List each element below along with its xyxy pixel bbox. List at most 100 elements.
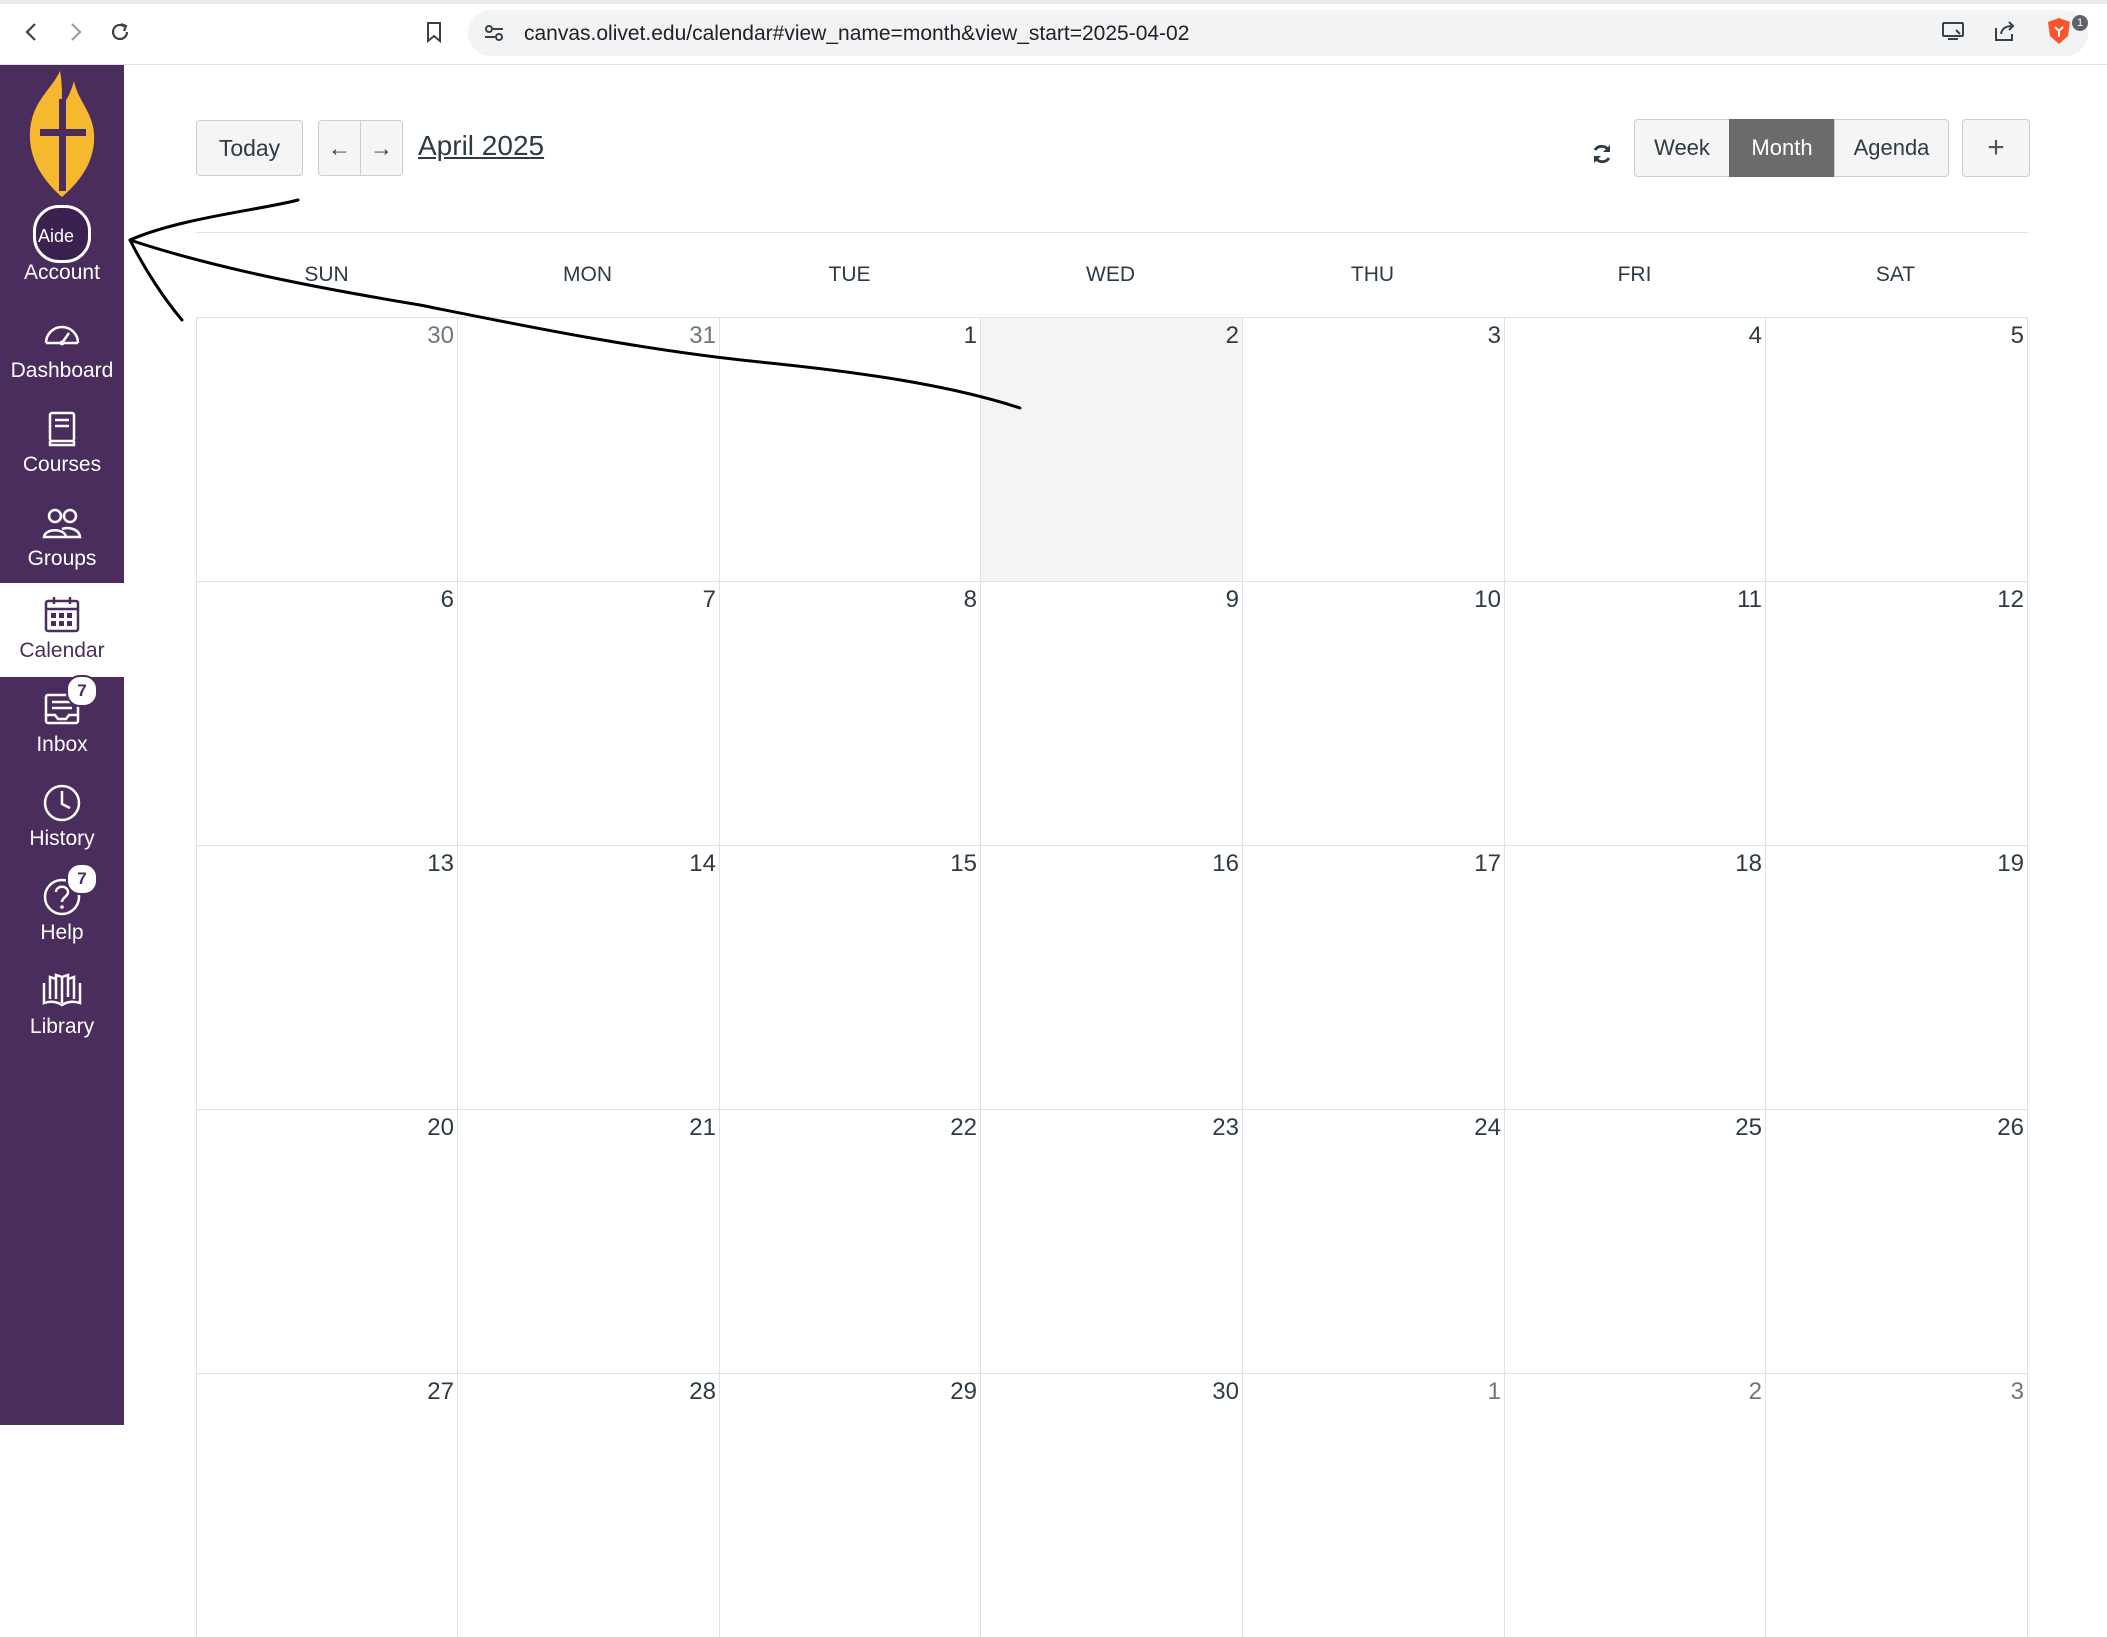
nav-calendar[interactable]: Calendar [0,583,124,677]
weekday-header: SUN [304,263,349,286]
day-number[interactable]: 3 [1488,322,1501,350]
month-title[interactable]: April 2025 [418,130,544,162]
day-cell[interactable]: 23 [980,1109,1242,1373]
bookmark-icon[interactable] [416,14,452,50]
day-cell[interactable]: 30 [980,1373,1242,1637]
day-cell[interactable]: 1 [1242,1373,1504,1637]
forward-icon[interactable] [57,14,93,50]
day-cell[interactable]: 3 [1242,317,1504,581]
day-number[interactable]: 21 [689,1114,716,1142]
day-number[interactable]: 7 [703,586,716,614]
week-view-button[interactable]: Week [1634,119,1730,177]
day-cell[interactable]: 22 [719,1109,980,1373]
day-cell[interactable]: 31 [457,317,719,581]
day-number[interactable]: 17 [1474,850,1501,878]
day-cell[interactable]: 26 [1765,1109,2028,1373]
day-cell[interactable]: 29 [719,1373,980,1637]
day-number[interactable]: 5 [2011,322,2024,350]
day-cell[interactable]: 20 [196,1109,457,1373]
day-number[interactable]: 1 [964,322,977,350]
day-number[interactable]: 29 [950,1378,977,1406]
day-cell[interactable]: 15 [719,845,980,1109]
prev-month-button[interactable]: ← [318,120,361,176]
today-button[interactable]: Today [196,120,303,176]
day-number[interactable]: 28 [689,1378,716,1406]
refresh-icon[interactable] [1590,142,1614,171]
day-number[interactable]: 25 [1735,1114,1762,1142]
day-cell[interactable]: 17 [1242,845,1504,1109]
day-number[interactable]: 24 [1474,1114,1501,1142]
day-number[interactable]: 10 [1474,586,1501,614]
day-number[interactable]: 30 [427,322,454,350]
day-cell[interactable]: 24 [1242,1109,1504,1373]
address-bar[interactable]: canvas.olivet.edu/calendar#view_name=mon… [468,10,2088,56]
day-number[interactable]: 19 [1997,850,2024,878]
add-event-button[interactable]: + [1962,119,2030,177]
day-cell[interactable]: 25 [1504,1109,1765,1373]
back-icon[interactable] [14,14,50,50]
day-number[interactable]: 31 [689,322,716,350]
site-settings-icon[interactable] [482,21,506,50]
day-cell[interactable]: 30 [196,317,457,581]
day-cell[interactable]: 16 [980,845,1242,1109]
brave-shield-icon[interactable] [2045,16,2073,51]
weekday-header: WED [1086,263,1135,286]
nav-inbox[interactable]: 7 Inbox [0,675,124,773]
day-number[interactable]: 2 [1749,1378,1762,1406]
day-cell[interactable]: 18 [1504,845,1765,1109]
day-number[interactable]: 27 [427,1378,454,1406]
day-cell[interactable]: 7 [457,581,719,845]
day-number[interactable]: 6 [441,586,454,614]
day-cell[interactable]: 3 [1765,1373,2028,1637]
day-number[interactable]: 15 [950,850,977,878]
nav-library[interactable]: Library [0,961,124,1055]
day-cell[interactable]: 1 [719,317,980,581]
day-number[interactable]: 11 [1737,586,1762,614]
olivet-logo[interactable] [22,71,102,201]
nav-history[interactable]: History [0,773,124,867]
day-number[interactable]: 30 [1212,1378,1239,1406]
day-number[interactable]: 9 [1226,586,1239,614]
day-number[interactable]: 4 [1749,322,1762,350]
agenda-view-button[interactable]: Agenda [1834,119,1949,177]
nav-groups[interactable]: Groups [0,493,124,587]
day-number[interactable]: 23 [1212,1114,1239,1142]
day-cell[interactable]: 5 [1765,317,2028,581]
nav-account[interactable]: Aide Account [0,205,124,295]
day-cell[interactable]: 14 [457,845,719,1109]
day-number[interactable]: 1 [1488,1378,1501,1406]
day-cell[interactable]: 21 [457,1109,719,1373]
day-cell[interactable]: 4 [1504,317,1765,581]
day-cell[interactable]: 8 [719,581,980,845]
day-number[interactable]: 2 [1226,322,1239,350]
day-number[interactable]: 12 [1997,586,2024,614]
day-number[interactable]: 20 [427,1114,454,1142]
day-cell[interactable]: 6 [196,581,457,845]
month-view-button[interactable]: Month [1729,119,1835,177]
day-number[interactable]: 22 [950,1114,977,1142]
day-number[interactable]: 18 [1735,850,1762,878]
day-cell[interactable]: 19 [1765,845,2028,1109]
day-cell[interactable]: 27 [196,1373,457,1637]
nav-courses[interactable]: Courses [0,399,124,493]
day-cell[interactable]: 2 [1504,1373,1765,1637]
day-cell[interactable]: 11 [1504,581,1765,845]
day-number[interactable]: 13 [427,850,454,878]
nav-dashboard[interactable]: Dashboard [0,305,124,399]
day-number[interactable]: 8 [964,586,977,614]
share-icon[interactable] [1992,18,2018,49]
day-cell[interactable]: 9 [980,581,1242,845]
day-cell-today[interactable]: 2 [980,317,1242,581]
day-cell[interactable]: 28 [457,1373,719,1637]
next-month-button[interactable]: → [360,120,403,176]
day-cell[interactable]: 10 [1242,581,1504,845]
day-number[interactable]: 3 [2011,1378,2024,1406]
nav-help[interactable]: 7 Help [0,863,124,961]
day-cell[interactable]: 12 [1765,581,2028,845]
reload-icon[interactable] [102,14,138,50]
day-number[interactable]: 26 [1997,1114,2024,1142]
day-cell[interactable]: 13 [196,845,457,1109]
day-number[interactable]: 14 [689,850,716,878]
cast-icon[interactable] [1940,18,1966,49]
day-number[interactable]: 16 [1212,850,1239,878]
